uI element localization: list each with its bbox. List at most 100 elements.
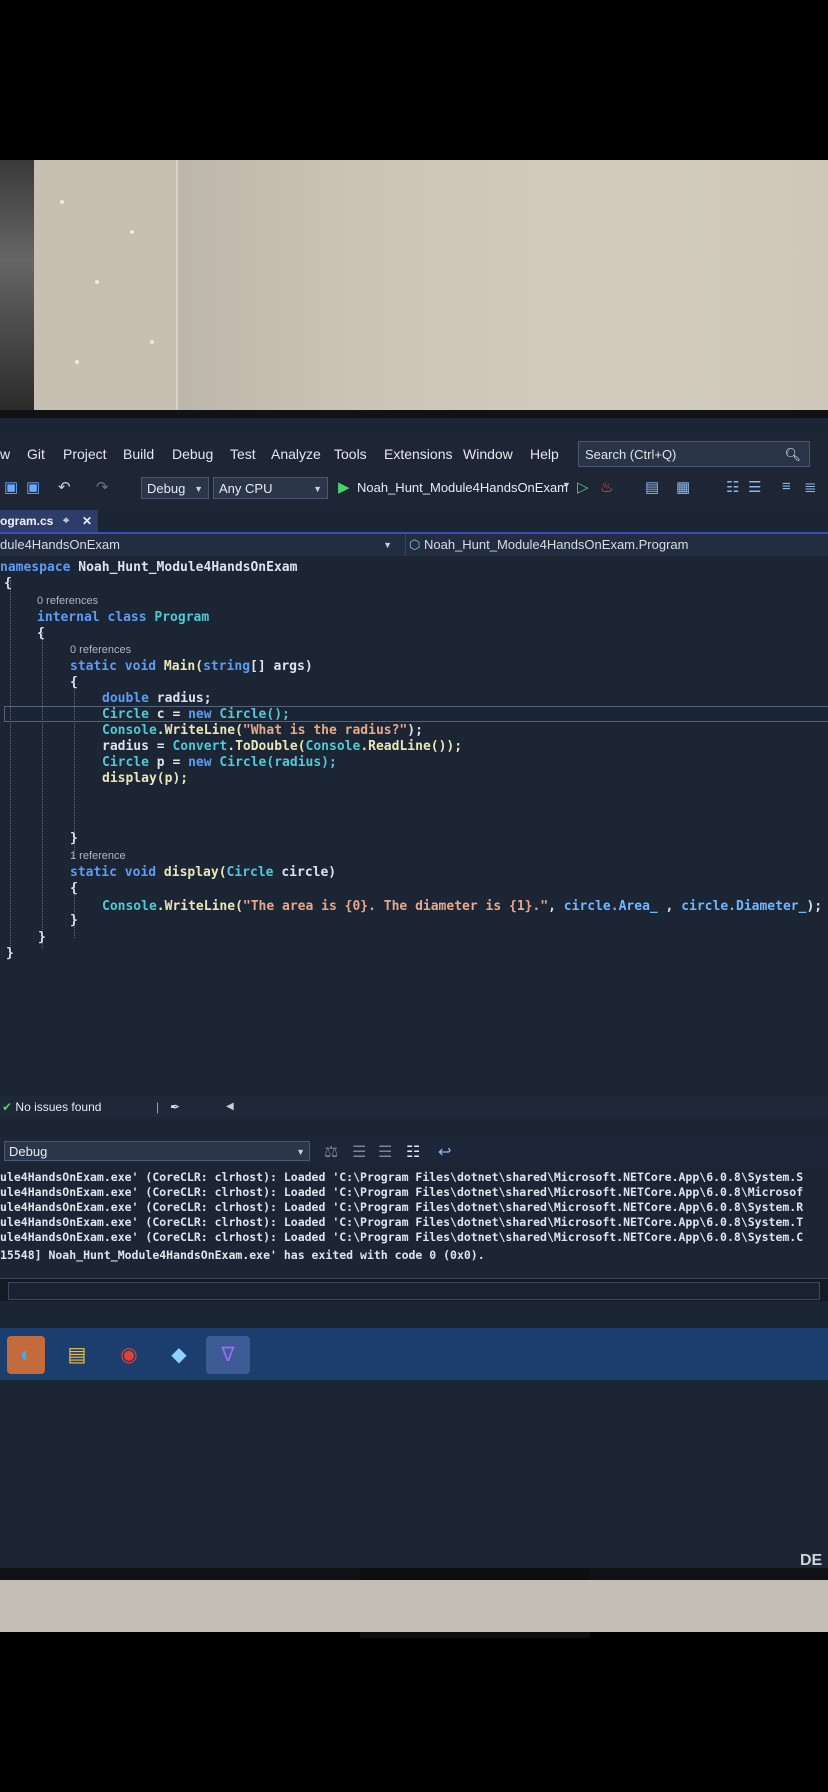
type-name: Circle [226, 865, 274, 880]
method-call: .ReadLine()); [360, 739, 463, 754]
uncomment-icon[interactable]: ≣ [804, 478, 817, 496]
project-dropdown[interactable]: dule4HandsOnExam ▼ [0, 534, 400, 556]
configuration-value: Debug [147, 481, 186, 496]
code-editor[interactable]: namespace Noah_Hunt_Module4HandsOnExam {… [0, 560, 828, 1568]
constructor: Circle(); [219, 707, 290, 722]
file-explorer-icon[interactable]: ▤ [58, 1336, 96, 1374]
browser-link-icon[interactable]: ▤ [645, 478, 659, 496]
output-source-dropdown[interactable]: Debug ▼ [4, 1141, 310, 1161]
constructor: Circle(radius); [219, 755, 337, 770]
codelens-references[interactable]: 1 reference [70, 850, 126, 862]
type-name: Convert [172, 739, 228, 754]
tab-program-cs[interactable]: ogram.cs ⌖ ✕ [0, 510, 98, 532]
keyword: new [188, 707, 212, 722]
align-icon[interactable]: ☷ [726, 478, 739, 496]
codelens-references[interactable]: 0 references [70, 644, 131, 656]
layout-icon[interactable]: ▦ [676, 478, 690, 496]
project-label: dule4HandsOnExam [0, 537, 120, 552]
comment-icon[interactable]: ≡ [782, 478, 791, 495]
brace: } [38, 930, 46, 945]
menu-git[interactable]: Git [27, 446, 45, 462]
type-name: Circle [102, 755, 149, 770]
type-dropdown[interactable]: ⬡ Noah_Hunt_Module4HandsOnExam.Program [405, 534, 828, 556]
chrome-icon[interactable]: ◉ [110, 1336, 148, 1374]
toolbar: ▣ ▣ ↶ ↷ Debug ▼ Any CPU ▼ ▶ Noah_Hunt_Modu… [0, 470, 828, 506]
brace: { [70, 675, 78, 690]
code-line-class: internal class Program [37, 610, 209, 625]
start-without-debugging-icon[interactable]: ▷ [577, 478, 589, 496]
menu-view[interactable]: w [0, 446, 10, 462]
pin-icon[interactable]: ⌖ [63, 510, 69, 532]
prev-message-icon[interactable]: ☰ [352, 1142, 366, 1162]
brush-icon[interactable]: ✒ [170, 1096, 180, 1118]
command-input[interactable] [8, 1282, 820, 1300]
menu-debug[interactable]: Debug [172, 446, 213, 462]
menu-build[interactable]: Build [123, 446, 154, 462]
menu-window[interactable]: Window [463, 446, 513, 462]
visual-studio-window: w Git Project Build Debug Test Analyze T… [0, 418, 828, 1568]
class-icon: ⬡ [409, 537, 421, 552]
code-line-display: static void display(Circle circle) [70, 865, 336, 880]
menu-test[interactable]: Test [230, 446, 256, 462]
indent-guide [42, 632, 43, 948]
configuration-dropdown[interactable]: Debug ▼ [141, 477, 209, 499]
editor-status-bar: ✔ No issues found | ✒ ◀ [0, 1096, 828, 1118]
close-icon[interactable]: ✕ [82, 510, 92, 532]
parameter: circle) [281, 865, 337, 880]
menu-extensions[interactable]: Extensions [384, 446, 452, 462]
platform-dropdown[interactable]: Any CPU ▼ [213, 477, 328, 499]
issues-status[interactable]: No issues found [15, 1100, 101, 1114]
identifier: p = [156, 755, 189, 770]
azure-data-studio-icon[interactable]: ◆ [160, 1336, 198, 1374]
punctuation: ); [407, 723, 423, 738]
save-all-icon[interactable]: ▣ [26, 478, 40, 496]
edge-icon[interactable]: ◐ [7, 1336, 45, 1374]
monitor-logo: DE [800, 1552, 823, 1569]
search-placeholder: Search (Ctrl+Q) [585, 447, 677, 462]
visual-studio-icon[interactable]: ∇ [206, 1336, 250, 1374]
check-icon: ✔ [2, 1100, 13, 1114]
menu-analyze[interactable]: Analyze [271, 446, 321, 462]
hot-reload-icon[interactable]: ♨ [600, 478, 613, 496]
brace: } [70, 913, 78, 928]
divider: | [156, 1100, 160, 1114]
find-message-icon[interactable]: ⚖ [324, 1142, 338, 1162]
columns-icon[interactable]: ☰ [748, 478, 761, 496]
keyword: static void [70, 865, 157, 880]
code-line-4: radius = Convert.ToDouble(Console.ReadLi… [102, 739, 462, 754]
chevron-down-icon[interactable]: ▼ [562, 480, 571, 490]
navigation-bar: dule4HandsOnExam ▼ ⬡ Noah_Hunt_Module4Ha… [0, 534, 828, 556]
code-line-2: Circle c = new Circle(); [102, 707, 290, 722]
chevron-down-icon: ▼ [313, 484, 322, 494]
clear-all-icon[interactable]: ☷ [406, 1142, 420, 1162]
next-message-icon[interactable]: ☰ [378, 1142, 392, 1162]
output-line: 15548] Noah_Hunt_Module4HandsOnExam.exe'… [0, 1248, 485, 1262]
redo-icon[interactable]: ↷ [96, 478, 109, 496]
undo-icon[interactable]: ↶ [58, 478, 71, 496]
code-line-5: Circle p = new Circle(radius); [102, 755, 337, 770]
string-literal: "What is the radius?" [242, 723, 408, 738]
codelens-references[interactable]: 0 references [37, 595, 98, 607]
keyword: string [203, 659, 251, 674]
punctuation: , [548, 899, 564, 914]
menu-project[interactable]: Project [63, 446, 107, 462]
method-call: .WriteLine( [156, 723, 243, 738]
search-box[interactable]: Search (Ctrl+Q) 🔍︎ [578, 441, 810, 467]
brace: } [6, 946, 14, 961]
start-icon[interactable]: ▶ [338, 478, 350, 496]
scroll-left-icon[interactable]: ◀ [226, 1096, 234, 1118]
keyword: namespace [0, 560, 71, 575]
identifier: radius; [156, 691, 212, 706]
run-target-label[interactable]: Noah_Hunt_Module4HandsOnExam [357, 480, 568, 495]
keyword: double [102, 691, 149, 706]
save-icon[interactable]: ▣ [4, 478, 18, 496]
menu-tools[interactable]: Tools [334, 446, 367, 462]
brace: { [37, 626, 45, 641]
type-name: Circle [102, 707, 149, 722]
search-icon: 🔍︎ [784, 447, 801, 462]
string-literal: "The area is {0}. The diameter is {1}." [242, 899, 549, 914]
menu-help[interactable]: Help [530, 446, 559, 462]
pin [150, 340, 154, 344]
word-wrap-icon[interactable]: ↩ [438, 1142, 451, 1162]
pin [95, 280, 99, 284]
